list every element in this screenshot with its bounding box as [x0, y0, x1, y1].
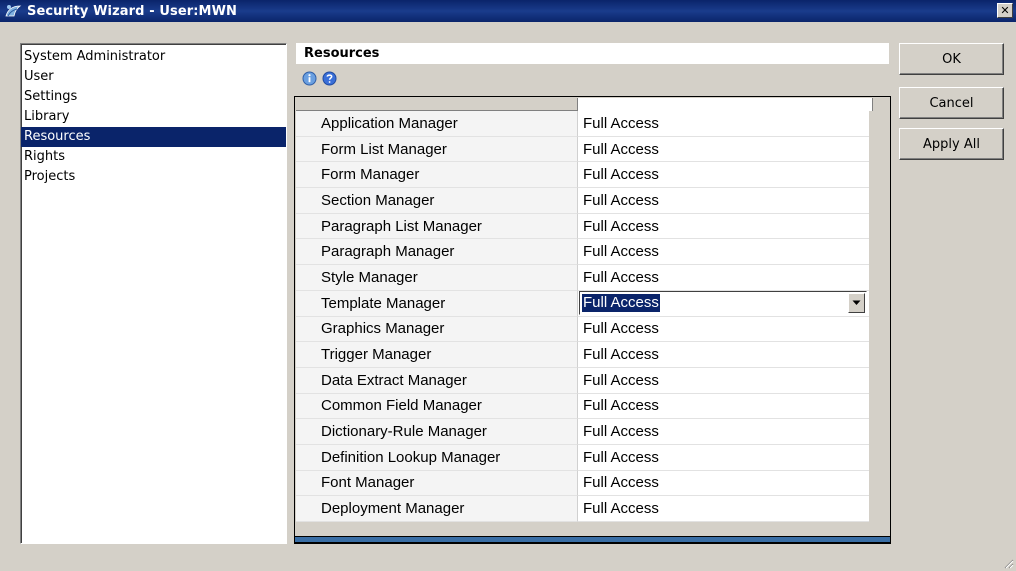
- access-cell[interactable]: Full Access: [577, 213, 869, 240]
- grid-rows: Application Manager Full Access Form List …: [296, 111, 869, 522]
- nav-item-user[interactable]: User: [21, 67, 286, 87]
- resource-name: Deployment Manager: [296, 496, 577, 522]
- table-row[interactable]: Section Manager Full Access: [296, 188, 869, 214]
- access-level-selected: Full Access: [582, 294, 660, 313]
- table-row[interactable]: Font Manager Full Access: [296, 470, 869, 497]
- table-row[interactable]: Definition Lookup Manager Full Access: [296, 444, 869, 471]
- resource-name: Form List Manager: [296, 136, 577, 163]
- access-cell[interactable]: Full Access: [577, 188, 869, 214]
- table-row[interactable]: Graphics Manager Full Access: [296, 316, 869, 343]
- window-title: Security Wizard - User:MWN: [27, 3, 237, 19]
- title-bar: Security Wizard - User:MWN ✕: [0, 0, 1016, 22]
- dropdown-button[interactable]: [848, 293, 865, 314]
- nav-item-resources[interactable]: Resources: [21, 127, 286, 147]
- access-cell[interactable]: Full Access: [577, 136, 869, 163]
- resource-name: Application Manager: [296, 111, 577, 137]
- resources-toolbar: [302, 71, 337, 86]
- access-cell[interactable]: Full Access: [577, 162, 869, 189]
- resource-name: Section Manager: [296, 188, 577, 214]
- access-cell[interactable]: Full Access: [577, 496, 869, 522]
- access-cell[interactable]: Full Access: [577, 316, 869, 343]
- ok-button[interactable]: OK: [899, 43, 1004, 75]
- access-cell[interactable]: Full Access: [577, 342, 869, 368]
- table-row[interactable]: Template Manager Full Access: [296, 290, 869, 317]
- help-icon[interactable]: [322, 71, 337, 86]
- resource-name: Graphics Manager: [296, 316, 577, 343]
- table-row[interactable]: Paragraph List Manager Full Access: [296, 213, 869, 240]
- close-icon: ✕: [1000, 4, 1010, 17]
- access-cell[interactable]: Full Access: [577, 393, 869, 420]
- grid-column-header: [296, 98, 889, 111]
- table-row[interactable]: Form Manager Full Access: [296, 162, 869, 189]
- access-cell[interactable]: Full Access: [577, 367, 869, 394]
- access-cell[interactable]: Full Access: [577, 419, 869, 445]
- table-row[interactable]: Data Extract Manager Full Access: [296, 367, 869, 394]
- access-cell[interactable]: Full Access: [577, 265, 869, 291]
- table-row[interactable]: Style Manager Full Access: [296, 265, 869, 291]
- resize-grip-icon[interactable]: [1002, 557, 1014, 569]
- grid-bottom-bar: [295, 536, 890, 542]
- resource-name: Template Manager: [296, 290, 577, 317]
- table-row[interactable]: Form List Manager Full Access: [296, 136, 869, 163]
- table-row[interactable]: Dictionary-Rule Manager Full Access: [296, 419, 869, 445]
- nav-item-system-administrator[interactable]: System Administrator: [21, 47, 286, 67]
- access-cell[interactable]: Full Access: [577, 444, 869, 471]
- grid-column-header-access: [577, 98, 872, 111]
- table-row[interactable]: Paragraph Manager Full Access: [296, 239, 869, 266]
- table-row[interactable]: Trigger Manager Full Access: [296, 342, 869, 368]
- access-cell[interactable]: Full Access: [577, 111, 869, 137]
- apply-all-button[interactable]: Apply All: [899, 128, 1004, 160]
- cancel-button[interactable]: Cancel: [899, 87, 1004, 119]
- resource-name: Dictionary-Rule Manager: [296, 419, 577, 445]
- access-cell[interactable]: Full Access: [577, 290, 869, 317]
- resource-name: Form Manager: [296, 162, 577, 189]
- chevron-down-icon: [852, 300, 861, 306]
- access-level-dropdown[interactable]: Full Access: [579, 291, 867, 316]
- close-button[interactable]: ✕: [997, 3, 1013, 18]
- resources-title: Resources: [304, 46, 380, 61]
- access-cell[interactable]: Full Access: [577, 239, 869, 266]
- resource-name: Paragraph List Manager: [296, 213, 577, 240]
- resource-name: Paragraph Manager: [296, 239, 577, 266]
- grid-column-header-spacer: [872, 98, 889, 111]
- nav-item-settings[interactable]: Settings: [21, 87, 286, 107]
- resource-name: Definition Lookup Manager: [296, 444, 577, 471]
- resource-name: Trigger Manager: [296, 342, 577, 368]
- resource-name: Data Extract Manager: [296, 367, 577, 394]
- access-cell[interactable]: Full Access: [577, 470, 869, 497]
- wizard-step-list[interactable]: System Administrator User Settings Library R…: [20, 43, 287, 544]
- resource-permissions-grid: Application Manager Full Access Form List …: [294, 96, 891, 544]
- resource-name: Font Manager: [296, 470, 577, 497]
- info-icon[interactable]: [302, 71, 317, 86]
- resources-header: Resources: [296, 43, 889, 64]
- table-row[interactable]: Common Field Manager Full Access: [296, 393, 869, 420]
- nav-item-library[interactable]: Library: [21, 107, 286, 127]
- table-row[interactable]: Application Manager Full Access: [296, 111, 869, 137]
- resource-name: Style Manager: [296, 265, 577, 291]
- nav-item-projects[interactable]: Projects: [21, 167, 286, 187]
- resource-name: Common Field Manager: [296, 393, 577, 420]
- app-icon: [5, 5, 22, 17]
- table-row[interactable]: Deployment Manager Full Access: [296, 496, 869, 522]
- nav-item-rights[interactable]: Rights: [21, 147, 286, 167]
